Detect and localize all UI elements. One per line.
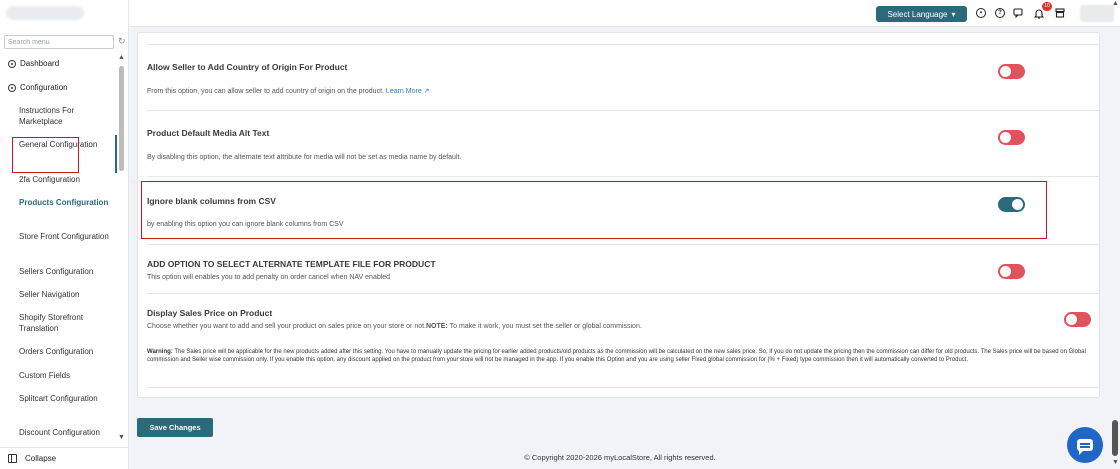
search-menu-input[interactable]: [4, 35, 114, 49]
setting-title-sales-price: Display Sales Price on Product: [147, 308, 273, 318]
help-icon[interactable]: ?: [995, 8, 1005, 18]
sidebar-item-sellers-configuration[interactable]: Sellers Configuration: [19, 266, 109, 277]
sidebar-item-discount-configuration[interactable]: Discount Configuration: [19, 427, 109, 438]
setting-desc-media-alt-text: By disabling this option, the alternate …: [147, 154, 462, 161]
collapse-icon: [8, 454, 17, 463]
select-language-label: Select Language: [887, 9, 948, 19]
scroll-down-arrow-icon[interactable]: ▼: [1112, 459, 1119, 466]
divider: [147, 387, 1100, 388]
setting-title-country-of-origin: Allow Seller to Add Country of Origin Fo…: [147, 62, 348, 72]
sidebar-item-configuration[interactable]: Configuration: [8, 82, 108, 93]
sidebar-item-dashboard[interactable]: Dashboard: [8, 58, 108, 69]
setting-desc-alternate-template: This option will enables you to add pena…: [147, 274, 391, 281]
sidebar-item-store-front-configuration[interactable]: Store Front Configuration: [19, 231, 109, 242]
live-chat-button[interactable]: [1067, 427, 1103, 463]
account-icon[interactable]: •: [976, 8, 986, 18]
active-item-indicator: [115, 135, 117, 173]
divider: [147, 244, 1100, 245]
sidebar-item-shopify-storefront-translation[interactable]: Shopify Storefront Translation: [19, 312, 109, 334]
footer-copyright: © Copyright 2020-2026 myLocalStore, All …: [524, 453, 716, 462]
divider: [147, 110, 1100, 111]
sidebar: ↻ Dashboard Configuration Instructions F…: [0, 0, 129, 469]
message-icon-svg: [1013, 8, 1023, 19]
store-icon-svg: [1055, 8, 1065, 18]
setting-desc-text: Choose whether you want to add and sell …: [147, 323, 426, 330]
active-item-highlight: [12, 137, 79, 173]
gear-icon: [8, 83, 16, 92]
divider: [147, 293, 1100, 294]
note-label: NOTE:: [426, 323, 448, 330]
sidebar-item-custom-fields[interactable]: Custom Fields: [19, 370, 109, 381]
setting-desc-text: From this option, you can allow seller t…: [147, 88, 384, 95]
sidebar-item-splitcart-configuration[interactable]: Splitcart Configuration: [19, 393, 109, 404]
divider: [147, 44, 1100, 45]
warning-text: The Sales price will be applicable for t…: [147, 349, 1086, 363]
sidebar-scroll-thumb[interactable]: [119, 66, 124, 171]
select-language-button[interactable]: Select Language ▾: [876, 6, 967, 22]
scroll-up-arrow-icon[interactable]: ▲: [118, 54, 125, 61]
toggle-alternate-template[interactable]: [998, 264, 1025, 279]
setting-title-media-alt-text: Product Default Media Alt Text: [147, 128, 270, 138]
sidebar-menu: Dashboard Configuration Instructions For…: [0, 54, 118, 444]
setting-desc-country-of-origin: From this option, you can allow seller t…: [147, 87, 430, 95]
brand-logo: [6, 6, 84, 20]
toggle-sales-price[interactable]: [1064, 312, 1091, 327]
sidebar-item-2fa-configuration[interactable]: 2fa Configuration: [19, 174, 109, 185]
learn-more-link[interactable]: Learn More ↗: [386, 88, 430, 95]
toggle-media-alt-text[interactable]: [998, 130, 1025, 145]
sidebar-item-products-configuration[interactable]: Products Configuration: [19, 197, 109, 208]
page-scroll-thumb[interactable]: [1112, 420, 1118, 456]
scroll-down-arrow-icon[interactable]: ▼: [118, 434, 125, 441]
dashboard-icon: [8, 59, 16, 68]
search-row: ↻: [4, 35, 128, 49]
user-avatar[interactable]: [1080, 5, 1114, 22]
caret-down-icon: ▾: [951, 9, 956, 19]
chat-bubble-icon: [1077, 439, 1093, 455]
setting-desc-sales-price: Choose whether you want to add and sell …: [147, 323, 642, 330]
divider: [147, 176, 1100, 177]
note-text: To make it work, you must set the seller…: [447, 323, 642, 330]
sidebar-scrollbar[interactable]: ▲ ▼: [118, 54, 125, 446]
highlight-box-ignore-blank-columns: [141, 181, 1047, 239]
sidebar-item-orders-configuration[interactable]: Orders Configuration: [19, 346, 109, 357]
scroll-up-arrow-icon[interactable]: ▲: [1112, 0, 1119, 7]
refresh-icon[interactable]: ↻: [118, 36, 126, 47]
chat-message-icon[interactable]: [1013, 8, 1023, 19]
toggle-country-of-origin[interactable]: [998, 64, 1025, 79]
collapse-label: Collapse: [25, 454, 57, 463]
notification-count-badge: 10: [1042, 2, 1052, 11]
top-bar: Select Language ▾ • ? 10: [129, 0, 1120, 27]
setting-title-alternate-template: ADD OPTION TO SELECT ALTERNATE TEMPLATE …: [147, 259, 436, 269]
sidebar-item-label: Dashboard: [20, 59, 60, 68]
warning-label: Warning:: [147, 349, 173, 355]
store-icon[interactable]: [1055, 8, 1065, 18]
collapse-button[interactable]: Collapse: [0, 447, 129, 469]
sidebar-item-label: Configuration: [20, 83, 68, 92]
page-scrollbar[interactable]: ▲ ▼: [1111, 0, 1120, 469]
sales-price-warning: Warning: The Sales price will be applica…: [147, 348, 1095, 364]
sidebar-item-instructions[interactable]: Instructions For Marketplace: [19, 105, 109, 127]
save-changes-button[interactable]: Save Changes: [137, 418, 213, 437]
sidebar-item-seller-navigation[interactable]: Seller Navigation: [19, 289, 109, 300]
